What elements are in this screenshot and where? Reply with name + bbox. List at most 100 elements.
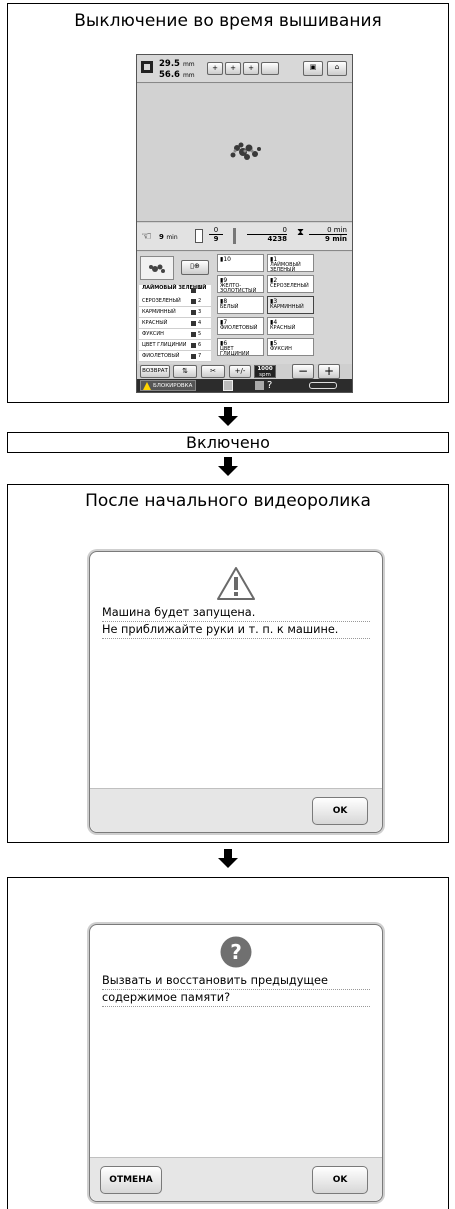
spool-name: СЕРОЗЕЛЕНЫЙ bbox=[270, 283, 309, 289]
svg-text:?: ? bbox=[230, 940, 242, 964]
spool-name: ЦВЕТ ГЛИЦИНИИ bbox=[220, 346, 250, 357]
spool-box[interactable]: ▮5 ФУКСИН bbox=[267, 338, 314, 356]
spool-icon bbox=[191, 321, 196, 326]
cancel-button[interactable]: ОТМЕНА bbox=[100, 1166, 162, 1194]
spool-icon bbox=[195, 229, 203, 243]
color-list-item: ФИОЛЕТОВЫЙ 7 bbox=[139, 351, 211, 362]
spool-box[interactable]: ▮9 ЖЕЛТО-ЗОЛОТИСТЫЙ bbox=[217, 275, 264, 294]
spool-box[interactable]: ▮10 bbox=[217, 254, 264, 272]
speed-display: 1000 spm bbox=[254, 365, 276, 378]
screen-button-row: ВОЗВРАТ ⇅ ✂ +/- 1000 spm − + bbox=[137, 364, 352, 379]
color-list-number: 5 bbox=[198, 331, 202, 337]
design-width: 29.5 bbox=[159, 59, 180, 69]
question-icon: ? bbox=[220, 936, 252, 968]
embroidery-design-preview bbox=[230, 142, 261, 160]
speed-decrease-button[interactable]: − bbox=[292, 364, 314, 379]
color-list-name: ЛАЙМОВЫЙ ЗЕЛЕНЫЙ bbox=[142, 285, 207, 291]
spool-name: КАРМИННЫЙ bbox=[270, 304, 304, 310]
embroidery-preview bbox=[137, 84, 352, 222]
tension-button[interactable]: +/- bbox=[229, 365, 251, 378]
design-width-unit: mm bbox=[182, 61, 195, 68]
spool-name: ФУКСИН bbox=[270, 346, 292, 352]
spool-name: БЕЛЫЙ bbox=[220, 304, 239, 310]
sewing-status-bar: ☜ 9 min 0 9 0 4238 ⧗ 0 min 9 min bbox=[137, 223, 352, 251]
hourglass-icon: ⧗ bbox=[297, 227, 305, 238]
spool-icon bbox=[191, 299, 196, 304]
spool-box[interactable]: ▮8 БЕЛЫЙ bbox=[217, 296, 264, 314]
section-after-video-title: После начального видеоролика bbox=[85, 491, 371, 511]
color-list-name: ФУКСИН bbox=[142, 331, 164, 337]
spool-box[interactable]: ▮1 ЛАЙМОВЫЙ ЗЕЛЕНЫЙ bbox=[267, 254, 314, 273]
section-power-on-title: Включено bbox=[186, 433, 270, 452]
thread-cutter-button[interactable]: ✂ bbox=[201, 365, 225, 378]
warning-message-line1: Машина будет запущена. bbox=[102, 605, 370, 622]
spool-name: КРАСНЫЙ bbox=[270, 325, 296, 331]
screen-status-strip: БЛОКИРОВКА ? bbox=[137, 379, 352, 392]
spool-box[interactable]: ▮2 СЕРОЗЕЛЕНЫЙ bbox=[267, 275, 314, 293]
design-dimensions: 29.5 mm 56.6 mm bbox=[159, 59, 195, 81]
spool-box[interactable]: ▮7 ФИОЛЕТОВЫЙ bbox=[217, 317, 264, 335]
design-height: 56.6 bbox=[159, 70, 180, 80]
memory-restore-dialog: ? Вызвать и восстановить предыдущее соде… bbox=[89, 924, 383, 1202]
frame-button[interactable] bbox=[261, 62, 279, 75]
spool-icon bbox=[191, 310, 196, 315]
color-list-item: КАРМИННЫЙ 3 bbox=[139, 307, 211, 318]
hoop-size-icon bbox=[141, 61, 153, 73]
color-list-number: 7 bbox=[198, 353, 202, 359]
spool-box[interactable]: ▮4 КРАСНЫЙ bbox=[267, 317, 314, 335]
color-list-name: ЦВЕТ ГЛИЦИНИИ bbox=[142, 342, 187, 348]
spool-icon bbox=[191, 332, 196, 337]
memory-message-line2: содержимое памяти? bbox=[102, 990, 370, 1007]
trim-button[interactable]: ⇅ bbox=[173, 365, 197, 378]
color-list-item: СЕРОЗЕЛЕНЫЙ 2 bbox=[139, 296, 211, 307]
speed-increase-button[interactable]: + bbox=[318, 364, 340, 379]
warning-message: Машина будет запущена. Не приближайте ру… bbox=[102, 605, 370, 639]
color-list-item: ФУКСИН 5 bbox=[139, 329, 211, 340]
move-right-button[interactable]: + bbox=[243, 62, 259, 75]
arrow-down-icon bbox=[218, 849, 238, 868]
warning-icon bbox=[217, 567, 255, 600]
move-center-button[interactable]: + bbox=[225, 62, 241, 75]
lock-button[interactable]: БЛОКИРОВКА bbox=[140, 380, 197, 391]
needle-icon bbox=[233, 228, 236, 244]
ok-button[interactable]: OK bbox=[312, 797, 368, 825]
design-thumbnail bbox=[140, 256, 174, 280]
color-list-number: 6 bbox=[198, 342, 202, 348]
thread-area: ▯⊕ ЛАЙМОВЫЙ ЗЕЛЕНЫЙ 1 СЕРОЗЕЛЕНЫЙ 2 КАРМИННЫ… bbox=[137, 252, 352, 364]
warning-message-line2: Не приближайте руки и т. п. к машине. bbox=[102, 622, 370, 639]
move-left-button[interactable]: + bbox=[207, 62, 223, 75]
arrow-down-icon bbox=[218, 457, 238, 476]
return-button[interactable]: ВОЗВРАТ bbox=[140, 365, 170, 378]
home-button[interactable]: ⌂ bbox=[327, 61, 347, 76]
color-list-number: 2 bbox=[198, 298, 202, 304]
color-list-item: КРАСНЫЙ 4 bbox=[139, 318, 211, 329]
presser-foot-icon[interactable] bbox=[255, 381, 264, 390]
color-list-name: КАРМИННЫЙ bbox=[142, 309, 176, 315]
spool-name: ФИОЛЕТОВЫЙ bbox=[220, 325, 258, 331]
memory-icon[interactable] bbox=[223, 380, 233, 391]
spool-box[interactable]: ▮3 КАРМИННЫЙ bbox=[267, 296, 314, 314]
time-left: 9 min bbox=[159, 233, 178, 241]
color-list-number: 4 bbox=[198, 320, 202, 326]
color-list-name: ФИОЛЕТОВЫЙ bbox=[142, 353, 180, 359]
design-height-unit: mm bbox=[182, 72, 195, 79]
color-list-number: 1 bbox=[198, 285, 202, 291]
spool-box[interactable]: ▮6 ЦВЕТ ГЛИЦИНИИ bbox=[217, 338, 264, 357]
hoop-release-icon[interactable] bbox=[309, 382, 337, 389]
spool-icon bbox=[191, 343, 196, 348]
help-icon[interactable]: ? bbox=[267, 379, 272, 392]
color-list-name: СЕРОЗЕЛЕНЫЙ bbox=[142, 298, 181, 304]
color-counter: 0 9 bbox=[209, 226, 223, 243]
color-list-name: КРАСНЫЙ bbox=[142, 320, 168, 326]
spool-number: ▮10 bbox=[220, 256, 231, 263]
dialog-footer: OK bbox=[90, 788, 382, 832]
section-power-off-title: Выключение во время вышивания bbox=[74, 11, 382, 31]
thread-change-button[interactable]: ▯⊕ bbox=[181, 260, 209, 275]
color-list-item: ЦВЕТ ГЛИЦИНИИ 6 bbox=[139, 340, 211, 351]
screen-top-bar: 29.5 mm 56.6 mm + + + ▣ ⌂ bbox=[137, 55, 352, 83]
dialog-footer: ОТМЕНА OK bbox=[90, 1157, 382, 1201]
hoop-button[interactable]: ▣ bbox=[303, 61, 323, 76]
ok-button[interactable]: OK bbox=[312, 1166, 368, 1194]
memory-message-line1: Вызвать и восстановить предыдущее bbox=[102, 973, 370, 990]
memory-message: Вызвать и восстановить предыдущее содерж… bbox=[102, 973, 370, 1007]
